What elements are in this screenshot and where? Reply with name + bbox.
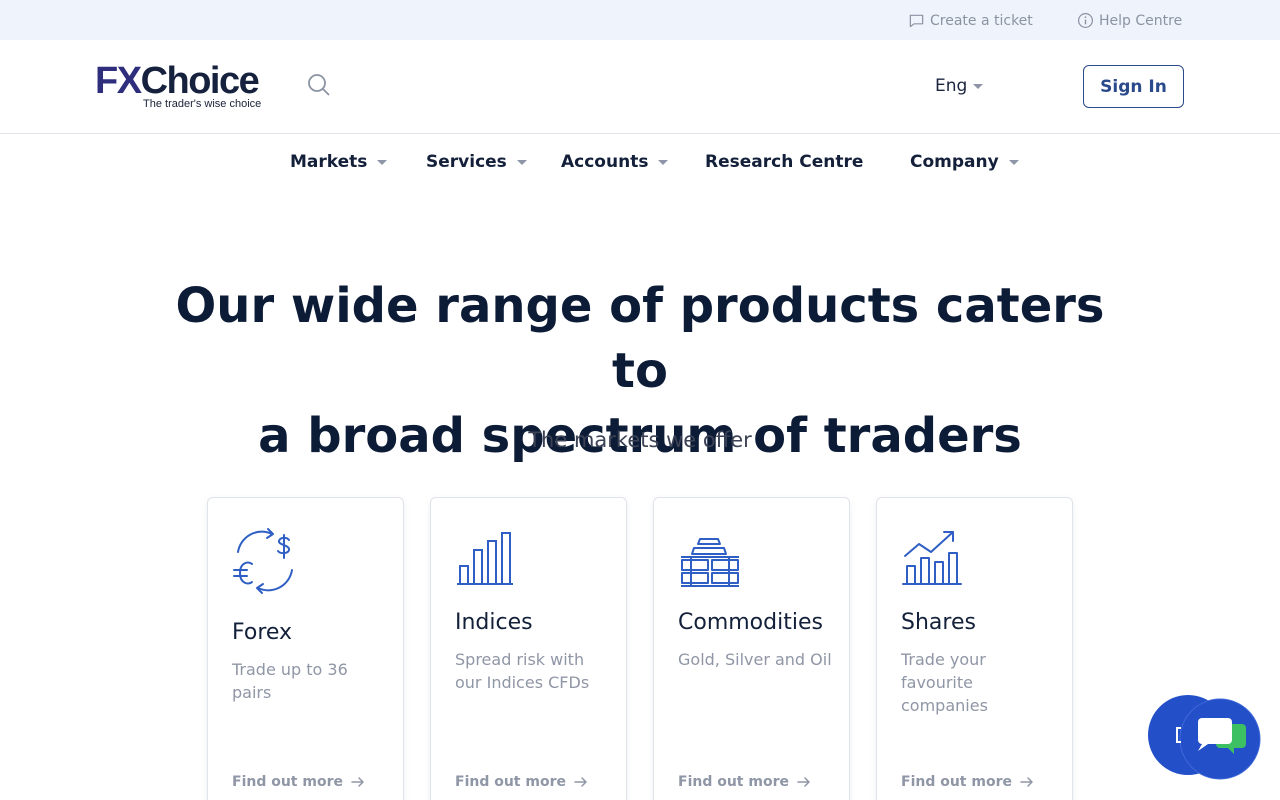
- chat-bubble-icon: [909, 14, 924, 28]
- arrow-right-icon: [574, 777, 587, 787]
- card-description: Gold, Silver and Oil: [678, 650, 832, 669]
- bar-chart-icon: [457, 532, 513, 585]
- logo-wordmark: FXChoice: [95, 60, 260, 102]
- find-out-more-label: Find out more: [455, 774, 566, 790]
- find-out-more-link[interactable]: Find out more: [901, 774, 1034, 790]
- logo-tagline: The trader's wise choice: [143, 98, 262, 110]
- live-chat-button[interactable]: [1146, 694, 1262, 782]
- market-card-commodities[interactable]: Commodities Gold, Silver and Oil Find ou…: [653, 497, 850, 800]
- site-header: FXChoice The trader's wise choice Eng Si…: [0, 40, 1280, 134]
- nav-item-research-centre[interactable]: Research Centre: [705, 152, 863, 172]
- market-card-indices[interactable]: Indices Spread risk with our Indices CFD…: [430, 497, 627, 800]
- arrow-right-icon: [351, 777, 364, 787]
- help-centre-label: Help Centre: [1099, 12, 1183, 29]
- card-title: Indices: [455, 610, 533, 635]
- growth-chart-icon: [902, 531, 962, 585]
- section-subtitle: The markets we offer: [528, 428, 752, 452]
- sign-in-button[interactable]: Sign In: [1083, 65, 1184, 108]
- card-title: Shares: [901, 610, 976, 635]
- create-ticket-link[interactable]: Create a ticket: [908, 12, 1033, 29]
- find-out-more-link[interactable]: Find out more: [232, 774, 365, 790]
- nav-item-label: Accounts: [561, 152, 649, 172]
- currency-exchange-icon: [233, 528, 293, 594]
- card-title: Forex: [232, 620, 293, 645]
- language-label: Eng: [935, 76, 968, 96]
- chevron-down-icon: [658, 159, 669, 165]
- nav-item-label: Company: [910, 152, 999, 172]
- chevron-down-icon: [1008, 159, 1019, 165]
- market-card-shares[interactable]: Shares Trade your favourite companies Fi…: [876, 497, 1073, 800]
- logo-choice: Choice: [140, 60, 260, 102]
- help-centre-link[interactable]: Help Centre: [1077, 12, 1182, 29]
- fxchoice-logo[interactable]: FXChoice The trader's wise choice: [95, 62, 265, 112]
- find-out-more-label: Find out more: [232, 774, 343, 790]
- find-out-more-link[interactable]: Find out more: [678, 774, 811, 790]
- main-nav: Markets Services Accounts Research Centr…: [0, 134, 1280, 192]
- find-out-more-link[interactable]: Find out more: [455, 774, 588, 790]
- logo-fx: FX: [95, 60, 142, 102]
- card-title: Commodities: [678, 610, 823, 635]
- info-icon: [1077, 12, 1094, 29]
- find-out-more-label: Find out more: [678, 774, 789, 790]
- nav-item-accounts[interactable]: Accounts: [561, 152, 669, 172]
- nav-item-label: Markets: [290, 152, 368, 172]
- nav-item-label: Research Centre: [705, 152, 864, 172]
- nav-item-label: Services: [426, 152, 507, 172]
- page-title-line-1: Our wide range of products caters to: [175, 278, 1105, 399]
- nav-item-services[interactable]: Services: [426, 152, 527, 172]
- find-out-more-label: Find out more: [901, 774, 1012, 790]
- chevron-down-icon: [377, 159, 388, 165]
- nav-item-company[interactable]: Company: [910, 152, 1019, 172]
- nav-item-markets[interactable]: Markets: [290, 152, 388, 172]
- top-utility-bar: Create a ticket Help Centre: [0, 0, 1280, 40]
- card-description: Trade your favourite companies: [901, 650, 988, 715]
- language-selector[interactable]: Eng: [935, 76, 984, 96]
- chevron-down-icon: [973, 83, 984, 89]
- card-description: Spread risk with our Indices CFDs: [455, 650, 590, 692]
- card-description: Trade up to 36 pairs: [232, 660, 348, 702]
- create-ticket-label: Create a ticket: [930, 12, 1033, 29]
- search-button[interactable]: [306, 72, 332, 98]
- arrow-right-icon: [1020, 777, 1033, 787]
- chevron-down-icon: [516, 159, 527, 165]
- chat-icon: [1148, 695, 1261, 780]
- search-icon: [308, 74, 330, 96]
- gold-bars-icon: [681, 538, 739, 587]
- arrow-right-icon: [797, 777, 810, 787]
- market-card-forex[interactable]: Forex Trade up to 36 pairs Find out more: [207, 497, 404, 800]
